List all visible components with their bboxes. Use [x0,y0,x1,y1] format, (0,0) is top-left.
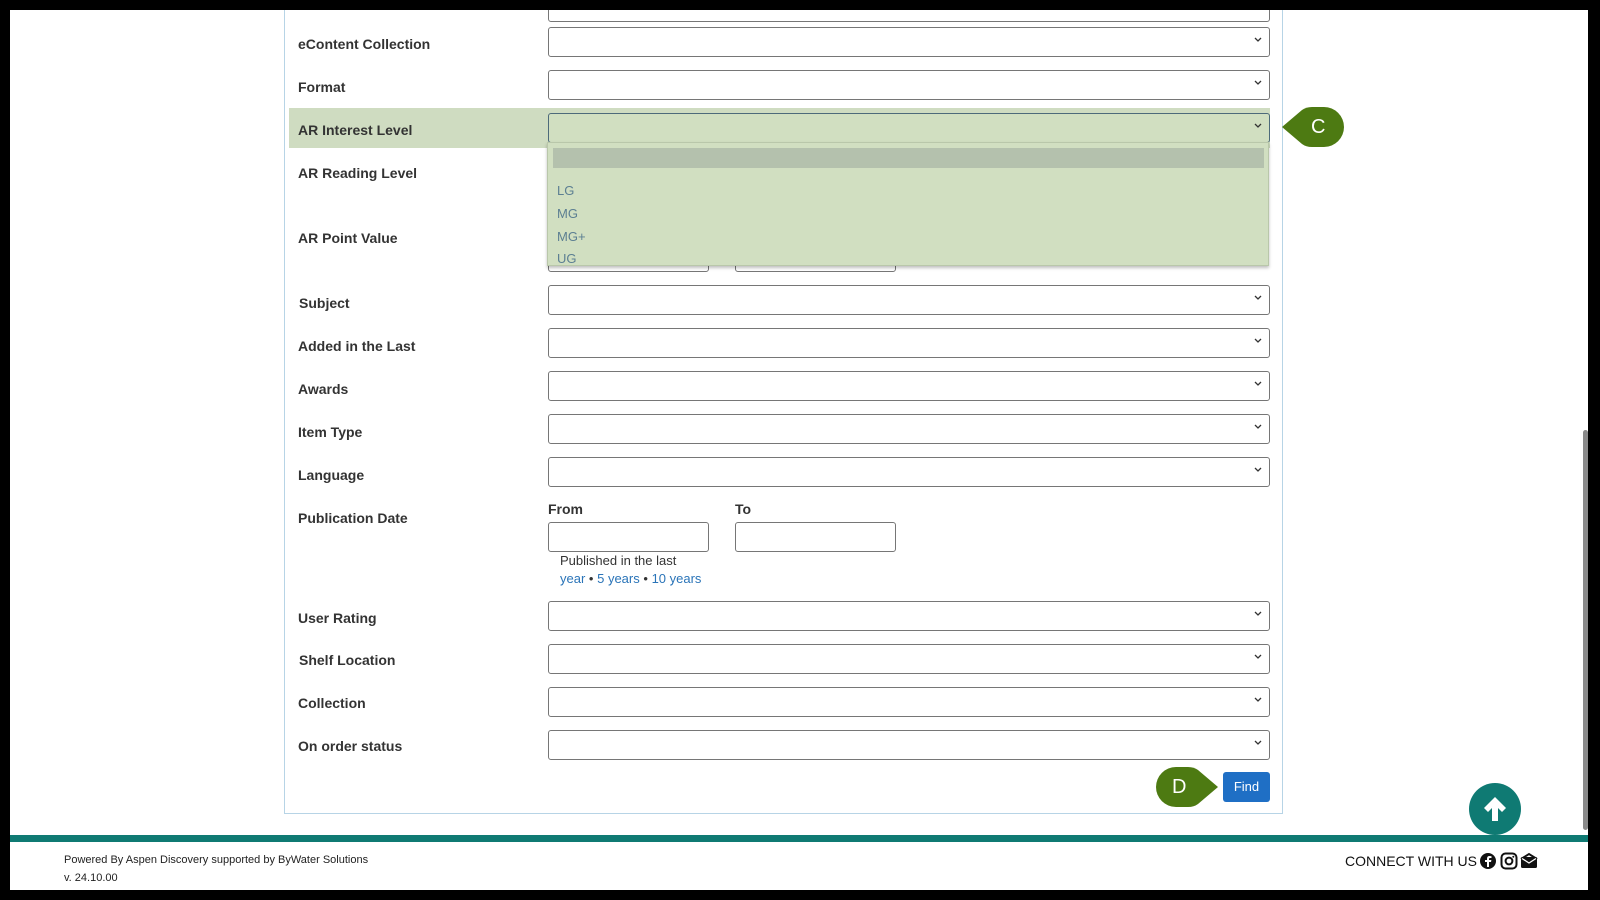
chevron-down-icon [1254,381,1262,386]
select-collection[interactable] [548,687,1270,717]
separator: • [588,571,594,586]
select-awards[interactable] [548,371,1270,401]
option-blank[interactable] [553,148,1264,168]
separator: • [643,571,648,586]
facebook-icon[interactable] [1479,852,1497,870]
powered-by-text: Powered By Aspen Discovery supported by … [64,854,369,866]
chevron-down-icon [1254,467,1262,472]
label-item-type: Item Type [298,424,363,440]
instagram-icon[interactable] [1500,852,1518,870]
publication-date-to-input[interactable] [735,522,896,552]
link-10-years[interactable]: 10 years [652,571,702,586]
option-lg[interactable]: LG [557,183,574,198]
footer: Powered By Aspen Discovery supported by … [10,842,1588,890]
select-previous-field[interactable] [548,10,1270,22]
select-on-order-status[interactable] [548,730,1270,760]
label-ar-point-value: AR Point Value [298,230,398,246]
option-mg-plus[interactable]: MG+ [557,229,586,244]
option-mg[interactable]: MG [557,206,578,221]
option-ug[interactable]: UG [557,251,577,266]
select-format[interactable] [548,70,1270,100]
label-format: Format [298,79,346,95]
chevron-down-icon [1254,697,1262,702]
select-user-rating[interactable] [548,601,1270,631]
select-ar-interest-level[interactable] [548,113,1270,143]
link-5-years[interactable]: 5 years [597,571,640,586]
label-awards: Awards [298,381,349,397]
select-shelf-location[interactable] [548,644,1270,674]
scroll-to-top-button[interactable] [1469,783,1521,835]
chevron-down-icon [1254,295,1262,300]
publication-date-from-input[interactable] [548,522,709,552]
label-publication-date: Publication Date [298,510,408,526]
page-scrollbar[interactable] [1583,430,1588,830]
footer-divider [10,835,1588,842]
publication-date-to-label: To [735,501,752,517]
label-shelf-location: Shelf Location [299,652,396,668]
chevron-down-icon [1254,424,1262,429]
label-ar-interest-level: AR Interest Level [298,122,413,138]
callout-d-marker [1156,767,1218,807]
publication-date-from-label: From [548,501,583,517]
chevron-down-icon [1254,37,1262,42]
label-on-order-status: On order status [298,738,403,754]
select-econtent-collection[interactable] [548,27,1270,57]
chevron-down-icon [1254,740,1262,745]
connect-with-us-label: CONNECT WITH US [1345,853,1477,869]
label-added-in-the-last: Added in the Last [298,338,416,354]
label-language: Language [298,467,365,483]
label-econtent-collection: eContent Collection [298,36,431,52]
ar-interest-level-dropdown: LG MG MG+ UG [547,142,1269,266]
chevron-down-icon [1254,611,1262,616]
label-user-rating: User Rating [298,610,377,626]
chevron-down-icon [1254,123,1262,128]
version-text: v. 24.10.00 [64,872,118,884]
chevron-down-icon [1254,80,1262,85]
label-ar-reading-level: AR Reading Level [298,165,418,181]
arrow-up-icon [1484,797,1506,821]
published-in-the-last-label: Published in the last [560,553,677,568]
callout-d-label: D [1172,776,1187,798]
select-subject[interactable] [548,285,1270,315]
select-item-type[interactable] [548,414,1270,444]
chevron-down-icon [1254,338,1262,343]
email-icon[interactable] [1520,852,1538,870]
published-in-the-last-block: Published in the last year • 5 years • 1… [560,553,701,586]
select-language[interactable] [548,457,1270,487]
page: eContent Collection Format AR Interest L… [10,10,1588,890]
callout-c-label: C [1311,116,1326,138]
label-collection: Collection [298,695,366,711]
chevron-down-icon [1254,654,1262,659]
find-button[interactable]: Find [1223,772,1270,802]
select-added-in-the-last[interactable] [548,328,1270,358]
link-year[interactable]: year [560,571,585,586]
label-subject: Subject [299,295,350,311]
